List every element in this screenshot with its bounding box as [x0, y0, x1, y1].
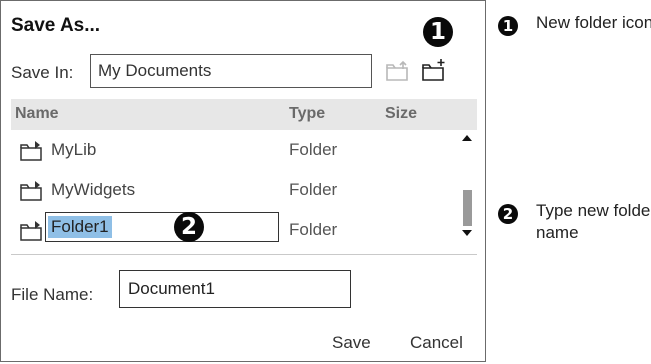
file-name-label: File Name:: [11, 285, 94, 304]
item-type: Folder: [289, 220, 338, 239]
item-name: MyLib: [51, 140, 97, 159]
selected-text[interactable]: Folder1: [48, 216, 112, 238]
list-item[interactable]: MyWidgets Folder: [11, 170, 453, 210]
column-name[interactable]: Name: [15, 105, 59, 123]
save-in-label: Save In:: [11, 63, 74, 82]
folder-icon: [20, 221, 42, 241]
folder-icon: [20, 141, 42, 161]
save-button[interactable]: Save: [332, 333, 371, 353]
scroll-thumb[interactable]: [463, 190, 472, 226]
legend-text: Type new folder name: [536, 201, 651, 242]
legend-text: New folder icon: [536, 13, 651, 32]
save-in-dropdown[interactable]: My Documents: [90, 54, 372, 88]
save-as-dialog: Save As... 1 Save In: My Documents Name …: [0, 0, 486, 362]
column-type[interactable]: Type: [289, 105, 325, 123]
vertical-scrollbar[interactable]: [459, 130, 477, 242]
list-item[interactable]: MyLib Folder: [11, 130, 453, 170]
list-header: Name Type Size: [11, 99, 477, 130]
scroll-down-icon[interactable]: [462, 230, 472, 236]
legend-number: 1: [498, 16, 518, 36]
folder-up-icon[interactable]: [385, 59, 411, 83]
callout-1: 1: [423, 17, 453, 47]
divider: [11, 254, 477, 255]
item-name: MyWidgets: [51, 180, 136, 199]
callout-2: 2: [174, 212, 204, 242]
rename-input[interactable]: Folder1: [45, 212, 279, 242]
legend-number: 2: [498, 204, 518, 224]
file-name-input[interactable]: Document1: [119, 270, 351, 308]
dialog-title: Save As...: [11, 15, 101, 36]
cancel-button[interactable]: Cancel: [410, 333, 463, 353]
item-type: Folder: [289, 140, 338, 159]
scroll-up-icon[interactable]: [462, 135, 472, 141]
item-type: Folder: [289, 180, 338, 199]
folder-icon: [20, 181, 42, 201]
new-folder-icon[interactable]: [421, 57, 449, 83]
column-size[interactable]: Size: [385, 105, 417, 123]
list-item-editing[interactable]: Folder1 Folder: [11, 210, 453, 250]
